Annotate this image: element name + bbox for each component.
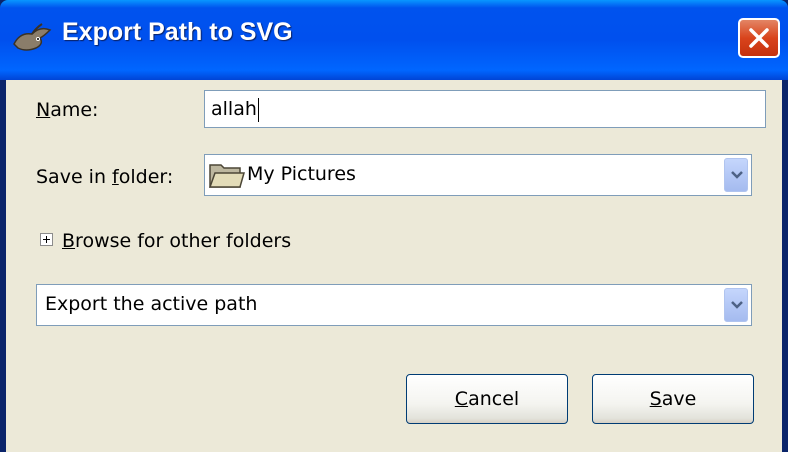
title-bar[interactable]: Export Path to SVG: [0, 0, 788, 80]
folder-dropdown-button[interactable]: [724, 158, 748, 192]
folder-select-value: My Pictures: [247, 163, 356, 185]
export-mode-select[interactable]: Export the active path: [36, 284, 752, 326]
folder-label: Save in folder:: [36, 166, 174, 188]
folder-icon: [208, 161, 245, 193]
export-mode-value: Export the active path: [45, 293, 258, 315]
gimp-icon: [10, 18, 54, 58]
cancel-button[interactable]: Cancel: [406, 374, 568, 424]
chevron-down-icon: [731, 301, 743, 309]
expand-toggle-icon[interactable]: [40, 233, 53, 246]
folder-select[interactable]: My Pictures: [204, 154, 752, 196]
window-title: Export Path to SVG: [62, 18, 293, 46]
export-path-dialog: Export Path to SVG Name: allah Save in f…: [0, 0, 788, 452]
save-button[interactable]: Save: [592, 374, 754, 424]
close-icon: [749, 28, 769, 48]
close-button[interactable]: [738, 18, 780, 58]
dialog-body: Name: allah Save in folder: My Pictures …: [6, 80, 782, 452]
export-mode-dropdown-button[interactable]: [724, 288, 748, 322]
name-input-value: allah: [211, 98, 257, 120]
chevron-down-icon: [731, 171, 743, 179]
name-label: Name:: [36, 99, 99, 121]
text-caret: [257, 97, 259, 122]
name-input[interactable]: allah: [204, 90, 766, 128]
browse-folders-toggle[interactable]: Browse for other folders: [62, 230, 291, 252]
